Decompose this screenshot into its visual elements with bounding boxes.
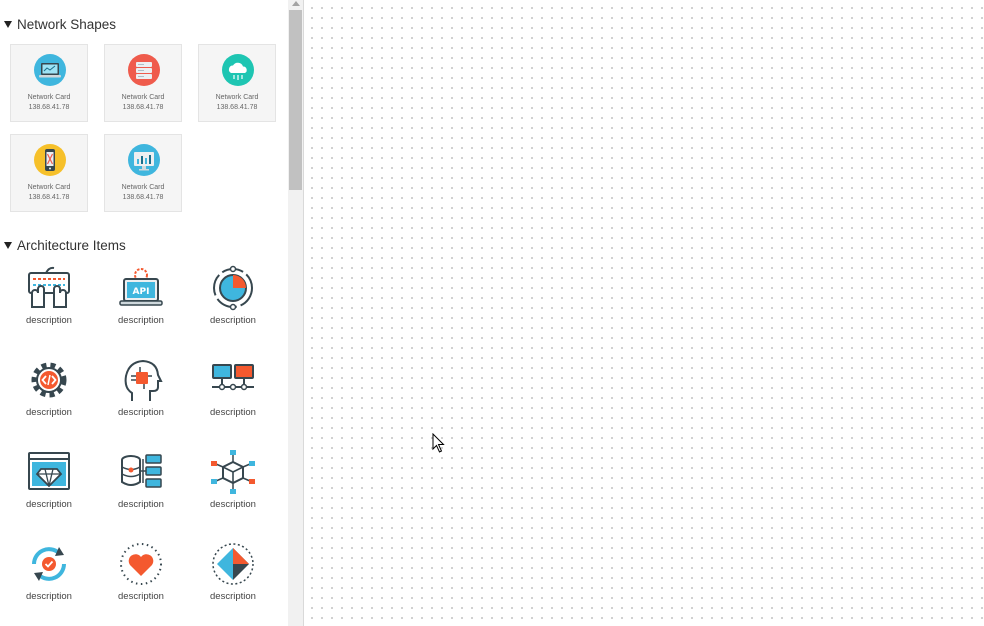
keyboard-hands-icon	[28, 266, 70, 308]
network-shapes-title: Network Shapes	[17, 16, 117, 32]
architecture-item-label: description	[26, 315, 72, 326]
network-card-tile[interactable]: Network Card 138.68.41.78	[10, 44, 88, 122]
network-card-name: Network Card	[27, 94, 71, 101]
architecture-item[interactable]: description	[9, 449, 89, 529]
pie-cycle-icon	[213, 265, 253, 311]
laptop-icon	[34, 54, 66, 86]
monitor-chart-icon	[128, 144, 160, 176]
architecture-item[interactable]: description	[101, 449, 181, 529]
caret-down-icon	[4, 20, 12, 28]
architecture-item[interactable]: description	[101, 357, 181, 437]
network-card-ip: 138.68.41.78	[122, 104, 164, 111]
architecture-item[interactable]: description	[9, 265, 89, 345]
network-card-tile[interactable]: Network Card 138.68.41.78	[104, 134, 182, 212]
network-card-ip: 138.68.41.78	[216, 104, 258, 111]
network-computers-icon	[212, 364, 254, 391]
network-card-tile[interactable]: Network Card 138.68.41.78	[104, 44, 182, 122]
network-card-name: Network Card	[121, 184, 165, 191]
architecture-item[interactable]: description	[193, 357, 273, 437]
architecture-item[interactable]: description	[193, 449, 273, 529]
cloud-icon	[222, 54, 254, 86]
svg-text:API: API	[133, 287, 150, 297]
sync-check-icon	[32, 547, 66, 581]
diagram-canvas[interactable]	[304, 0, 984, 626]
architecture-item[interactable]: description	[9, 357, 89, 437]
api-laptop-icon: API	[119, 268, 163, 306]
architecture-item[interactable]: API description	[101, 265, 181, 345]
architecture-item[interactable]: description	[9, 541, 89, 621]
network-card-tile[interactable]: Network Card 138.68.41.78	[198, 44, 276, 122]
architecture-item-label: description	[26, 407, 72, 418]
database-icon	[121, 454, 162, 488]
network-card-name: Network Card	[121, 94, 165, 101]
architecture-item-label: description	[210, 499, 256, 510]
caret-down-icon	[4, 241, 12, 249]
code-gear-icon	[31, 362, 67, 398]
architecture-item[interactable]: description	[101, 541, 181, 621]
network-card-ip: 138.68.41.78	[122, 194, 164, 201]
network-card-ip: 138.68.41.78	[28, 194, 70, 201]
architecture-item-label: description	[26, 591, 72, 602]
network-card-name: Network Card	[215, 94, 259, 101]
architecture-item-label: description	[118, 499, 164, 510]
server-icon	[128, 54, 160, 86]
mouse-pointer-icon	[432, 433, 445, 453]
cube-network-icon	[211, 450, 255, 494]
architecture-item-label: description	[118, 407, 164, 418]
network-card-ip: 138.68.41.78	[28, 104, 70, 111]
network-shapes-header[interactable]: Network Shapes	[4, 14, 116, 34]
architecture-item-label: description	[210, 591, 256, 602]
ai-head-icon	[124, 359, 163, 401]
palette-scrollbar[interactable]	[288, 0, 303, 626]
architecture-item-label: description	[118, 315, 164, 326]
architecture-items-header[interactable]: Architecture Items	[4, 235, 126, 255]
architecture-item[interactable]: description	[193, 541, 273, 621]
architecture-item-label: description	[118, 591, 164, 602]
architecture-item-label: description	[210, 407, 256, 418]
scroll-up-arrow-icon[interactable]	[292, 1, 300, 6]
architecture-item-label: description	[26, 499, 72, 510]
scrollbar-thumb[interactable]	[289, 10, 302, 190]
architecture-item-label: description	[210, 315, 256, 326]
symbol-palette: Network Shapes Network Card 138.68.41.78…	[0, 0, 288, 626]
architecture-items-title: Architecture Items	[17, 237, 126, 253]
diamond-browser-icon	[28, 452, 70, 490]
mobile-icon	[34, 144, 66, 176]
compass-icon	[212, 543, 254, 585]
heart-icon	[120, 543, 162, 585]
network-card-name: Network Card	[27, 184, 71, 191]
architecture-item[interactable]: description	[193, 265, 273, 345]
network-card-tile[interactable]: Network Card 138.68.41.78	[10, 134, 88, 212]
